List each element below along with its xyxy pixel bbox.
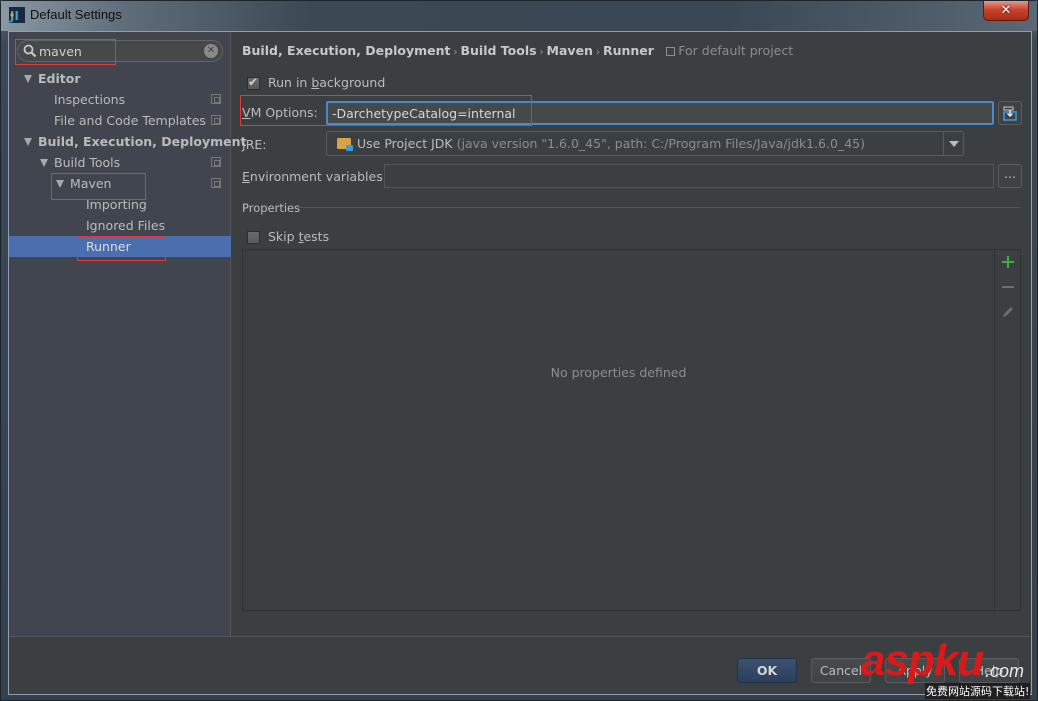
runner-settings-panel: Build, Execution, Deployment › Build Tools…: [232, 32, 1031, 636]
mnemonic: V: [242, 105, 251, 120]
breadcrumb-separator: ›: [453, 47, 458, 58]
run-in-background-label[interactable]: Run in background: [268, 75, 385, 90]
env-vars-label: Environment variables:: [242, 169, 387, 184]
jre-selected-value: Use Project JDK (java version "1.6.0_45"…: [357, 136, 865, 151]
label-part: Run in: [268, 75, 312, 90]
label-part: ackground: [319, 75, 386, 90]
jdk-folder-icon: [337, 138, 353, 151]
settings-window: JI Default Settings ✕ ✕ Editor: [0, 0, 1038, 701]
window-title: Default Settings: [30, 7, 122, 22]
search-icon: [23, 44, 37, 58]
empty-properties-text: No properties defined: [550, 365, 687, 380]
jre-select[interactable]: Use Project JDK (java version "1.6.0_45"…: [326, 131, 964, 156]
mnemonic: E: [242, 169, 250, 184]
tree-item-runner[interactable]: Runner: [9, 236, 231, 257]
breadcrumb: Build, Execution, Deployment › Build Tools…: [242, 43, 793, 58]
settings-tree: Editor Inspections File and Code Templat…: [9, 68, 246, 257]
breadcrumb-item: Build, Execution, Deployment: [242, 43, 451, 58]
breadcrumb-item: Runner: [602, 43, 654, 58]
tree-item-label: Build, Execution, Deployment: [38, 134, 247, 149]
search-input[interactable]: [39, 43, 199, 59]
add-property-icon[interactable]: [1000, 254, 1016, 270]
label-part: nvironment variables:: [249, 169, 387, 184]
properties-table[interactable]: No properties defined: [242, 249, 1021, 611]
tree-item-ignored-files[interactable]: Ignored Files: [9, 215, 231, 236]
tree-item-label: Runner: [86, 239, 131, 254]
jre-name: Use Project JDK: [357, 136, 453, 151]
tree-item-label: File and Code Templates: [54, 113, 206, 128]
help-button[interactable]: Help: [959, 658, 1019, 683]
chevron-down-icon[interactable]: [943, 132, 963, 155]
properties-toolbar: [994, 250, 1020, 610]
tree-item-label: Maven: [70, 176, 112, 191]
properties-section-title: Properties: [242, 201, 301, 215]
project-scope-icon: [211, 94, 221, 104]
tree-item-inspections[interactable]: Inspections: [9, 89, 231, 110]
tree-item-label: Build Tools: [54, 155, 121, 170]
section-divider: [298, 207, 1020, 208]
tree-item-build-tools[interactable]: Build Tools: [9, 152, 231, 173]
settings-search[interactable]: ✕: [17, 40, 223, 62]
scope-note-text: For default project: [678, 43, 794, 58]
cancel-button[interactable]: Cancel: [811, 658, 871, 683]
close-window-button[interactable]: ✕: [983, 1, 1029, 21]
edit-property-icon[interactable]: [1000, 304, 1016, 320]
label-part: RE:: [245, 137, 267, 152]
vm-options-label: VM Options:: [242, 105, 318, 120]
tree-item-editor[interactable]: Editor: [9, 68, 231, 89]
tree-item-file-code-templates[interactable]: File and Code Templates: [9, 110, 231, 131]
scope-note: For default project: [666, 43, 793, 58]
breadcrumb-separator: ›: [595, 47, 600, 58]
jre-detail: (java version "1.6.0_45", path: C:/Progr…: [456, 136, 865, 151]
tree-item-label: Ignored Files: [86, 218, 166, 233]
project-scope-icon: [211, 115, 221, 125]
clear-search-icon[interactable]: ✕: [204, 44, 218, 58]
intellij-app-icon: JI: [9, 7, 25, 23]
expand-arrow-icon[interactable]: [24, 74, 32, 83]
project-scope-icon: [666, 47, 676, 56]
project-scope-icon: [211, 178, 221, 188]
tree-item-build-execution-deployment[interactable]: Build, Execution, Deployment: [9, 131, 246, 152]
remove-property-icon[interactable]: [1000, 279, 1016, 295]
expand-arrow-icon[interactable]: [40, 158, 48, 167]
tree-item-maven[interactable]: Maven: [9, 173, 231, 194]
label-part: ests: [303, 229, 330, 244]
settings-sidebar: ✕ Editor Inspections File and Code Templ…: [9, 32, 246, 636]
project-scope-icon: [211, 157, 221, 167]
env-vars-browse-button[interactable]: ...: [998, 164, 1022, 188]
title-bar[interactable]: JI Default Settings ✕: [1, 1, 1037, 31]
breadcrumb-item: Maven: [546, 43, 593, 58]
close-icon: ✕: [1000, 3, 1012, 18]
ok-button[interactable]: OK: [737, 658, 797, 683]
tree-item-importing[interactable]: Importing: [9, 194, 231, 215]
expand-arrow-icon[interactable]: [24, 137, 32, 146]
footer-divider: [9, 636, 1031, 637]
breadcrumb-item: Build Tools: [460, 43, 537, 58]
label-part: Skip: [268, 229, 299, 244]
tree-item-label: Editor: [38, 71, 81, 86]
label-part: M Options:: [250, 105, 318, 120]
skip-tests-checkbox[interactable]: [247, 231, 260, 244]
expand-vm-options-button[interactable]: [998, 101, 1022, 125]
expand-text-icon: [1003, 106, 1017, 121]
expand-arrow-icon[interactable]: [56, 179, 64, 188]
svg-text:JI: JI: [9, 9, 19, 23]
run-in-background-checkbox[interactable]: [247, 75, 260, 90]
vm-options-input[interactable]: [326, 101, 994, 125]
skip-tests-label[interactable]: Skip tests: [268, 229, 329, 244]
jre-label: JRE:: [242, 137, 266, 152]
tree-item-label: Inspections: [54, 92, 126, 107]
apply-button[interactable]: Apply: [885, 658, 945, 683]
tree-item-label: Importing: [86, 197, 147, 212]
breadcrumb-separator: ›: [539, 47, 544, 58]
env-vars-input[interactable]: [384, 164, 994, 188]
dialog-content: ✕ Editor Inspections File and Code Templ…: [8, 31, 1032, 695]
